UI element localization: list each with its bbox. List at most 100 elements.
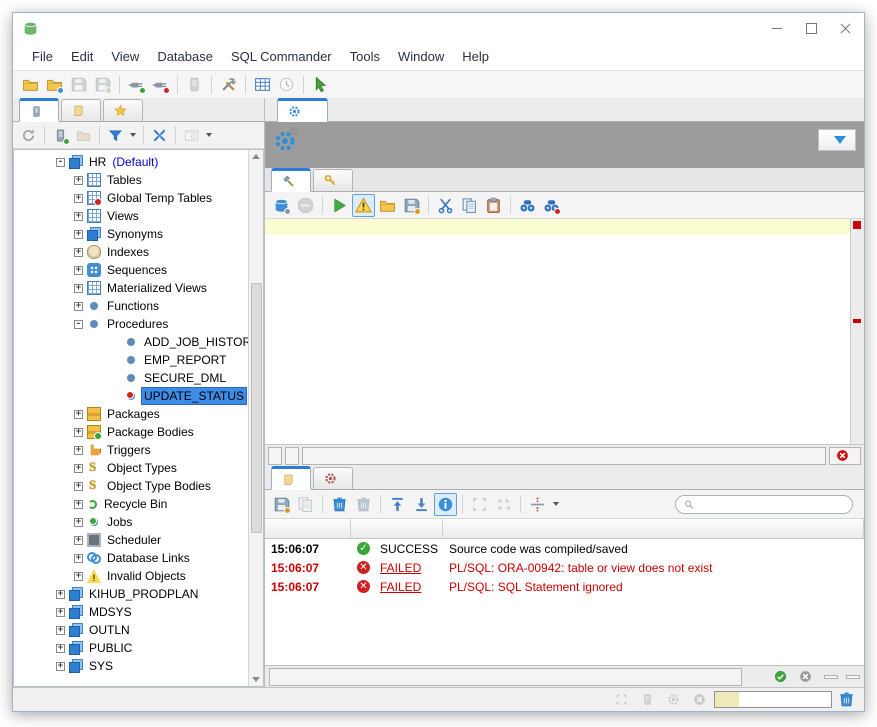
column-header-status[interactable] [351,519,443,538]
memory-indicator[interactable] [714,691,832,708]
column-header-time[interactable] [265,519,351,538]
code-line[interactable] [265,251,864,267]
open-button[interactable] [376,194,399,217]
tree-item[interactable]: Functions [14,297,248,315]
error-marker-icon[interactable] [853,221,861,229]
tree-item[interactable]: Tables [14,171,248,189]
log-row[interactable]: 15:06:07 SUCCESS Source code was compile… [265,539,864,558]
code-line[interactable] [265,267,864,283]
tab-databases[interactable] [19,98,59,122]
preferences-button[interactable] [662,688,685,711]
table-grid-button[interactable] [251,73,274,96]
close-button[interactable] [830,17,860,39]
tree-toggle[interactable] [74,266,83,275]
tree-item[interactable]: SYS [14,657,248,675]
collapse-all-button[interactable] [492,493,515,516]
menu-item[interactable]: Help [453,46,498,67]
tree-toggle[interactable] [74,302,83,311]
tree-toggle[interactable] [56,608,65,617]
log-row[interactable]: 15:06:07 FAILED PL/SQL: ORA-00942: table… [265,558,864,577]
save-button[interactable] [67,73,90,96]
tree-scrollbar[interactable] [248,150,263,686]
menu-item[interactable]: SQL Commander [222,46,341,67]
collapse-all-button[interactable] [148,124,171,147]
tree-item[interactable]: Object Type Bodies [14,477,248,495]
tree-item[interactable]: SECURE_DML [14,369,248,387]
stop-button[interactable] [294,194,317,217]
menu-item[interactable]: Database [148,46,222,67]
tree-toggle[interactable] [74,230,83,239]
maximize-button[interactable] [796,17,826,39]
server-button[interactable] [183,73,206,96]
tree-item[interactable]: Sequences [14,261,248,279]
run-cursor-button[interactable] [309,73,332,96]
tree-item[interactable]: Jobs [14,513,248,531]
code-line[interactable] [265,347,864,363]
tree-item[interactable]: ADD_JOB_HISTORY [14,333,248,351]
code-line[interactable] [265,219,864,235]
tree-toggle[interactable] [74,284,83,293]
copy-log-button[interactable] [294,493,317,516]
tree-item[interactable]: PUBLIC [14,639,248,657]
tree-toggle[interactable] [74,482,83,491]
tree-toggle[interactable] [74,518,83,527]
tree-toggle[interactable] [74,320,83,329]
filter-dropdown-caret[interactable] [130,133,136,137]
menu-item[interactable]: Window [389,46,453,67]
tree-item[interactable]: UPDATE_STATUS [14,387,248,405]
code-line[interactable] [265,283,864,299]
tree-toggle[interactable] [56,626,65,635]
save-as-button[interactable] [400,194,423,217]
tree-toggle[interactable] [74,176,83,185]
tree-item[interactable]: Database Links [14,549,248,567]
tree-item[interactable]: Object Types [14,459,248,477]
tree-item[interactable]: EMP_REPORT [14,351,248,369]
tree-toggle[interactable] [56,158,65,167]
preview-pane-button[interactable] [180,124,203,147]
filter-button[interactable] [104,124,127,147]
tree-toggle[interactable] [74,410,83,419]
code-line[interactable] [265,363,864,379]
menu-item[interactable]: Tools [341,46,389,67]
scroll-down-arrow-icon[interactable] [252,677,260,682]
save-procedure-button[interactable] [270,194,293,217]
tool-properties-button[interactable] [217,73,240,96]
find-button[interactable] [516,194,539,217]
log-search[interactable] [675,495,853,514]
layout-button[interactable] [610,688,633,711]
tree-toggle[interactable] [56,644,65,653]
tree-item[interactable]: OUTLN [14,621,248,639]
tree-toggle[interactable] [74,446,83,455]
clear-log-button[interactable] [328,493,351,516]
tree-item[interactable]: Views [14,207,248,225]
actions-button[interactable] [818,129,856,151]
tree-toggle[interactable] [74,194,83,203]
preview-dropdown-caret[interactable] [206,133,212,137]
tree-toggle[interactable] [74,248,83,257]
paste-button[interactable] [482,194,505,217]
add-connection-button[interactable] [49,124,72,147]
tree-toggle[interactable] [74,212,83,221]
open-folder-button[interactable] [19,73,42,96]
error-marker-icon[interactable] [853,319,861,323]
folder-gear-button[interactable] [43,73,66,96]
tree-toggle[interactable] [56,590,65,599]
connect-button[interactable] [125,73,148,96]
row-height-button[interactable] [526,493,549,516]
tree-item[interactable]: Scheduler [14,531,248,549]
refresh-button[interactable] [17,124,40,147]
tree-item[interactable]: Package Bodies [14,423,248,441]
scroll-to-top-button[interactable] [386,493,409,516]
tree-item[interactable]: Packages [14,405,248,423]
tree-toggle[interactable] [74,572,83,581]
row-height-dropdown-caret[interactable] [553,502,559,506]
sql-editor[interactable] [265,219,864,444]
tree-toggle[interactable] [74,428,83,437]
tree-item[interactable]: Recycle Bin [14,495,248,513]
export-log-button[interactable] [270,493,293,516]
tree-toggle[interactable] [74,464,83,473]
tree-toggle[interactable] [74,554,83,563]
code-line[interactable] [265,299,864,315]
scroll-to-bottom-button[interactable] [410,493,433,516]
menu-item[interactable]: View [102,46,148,67]
